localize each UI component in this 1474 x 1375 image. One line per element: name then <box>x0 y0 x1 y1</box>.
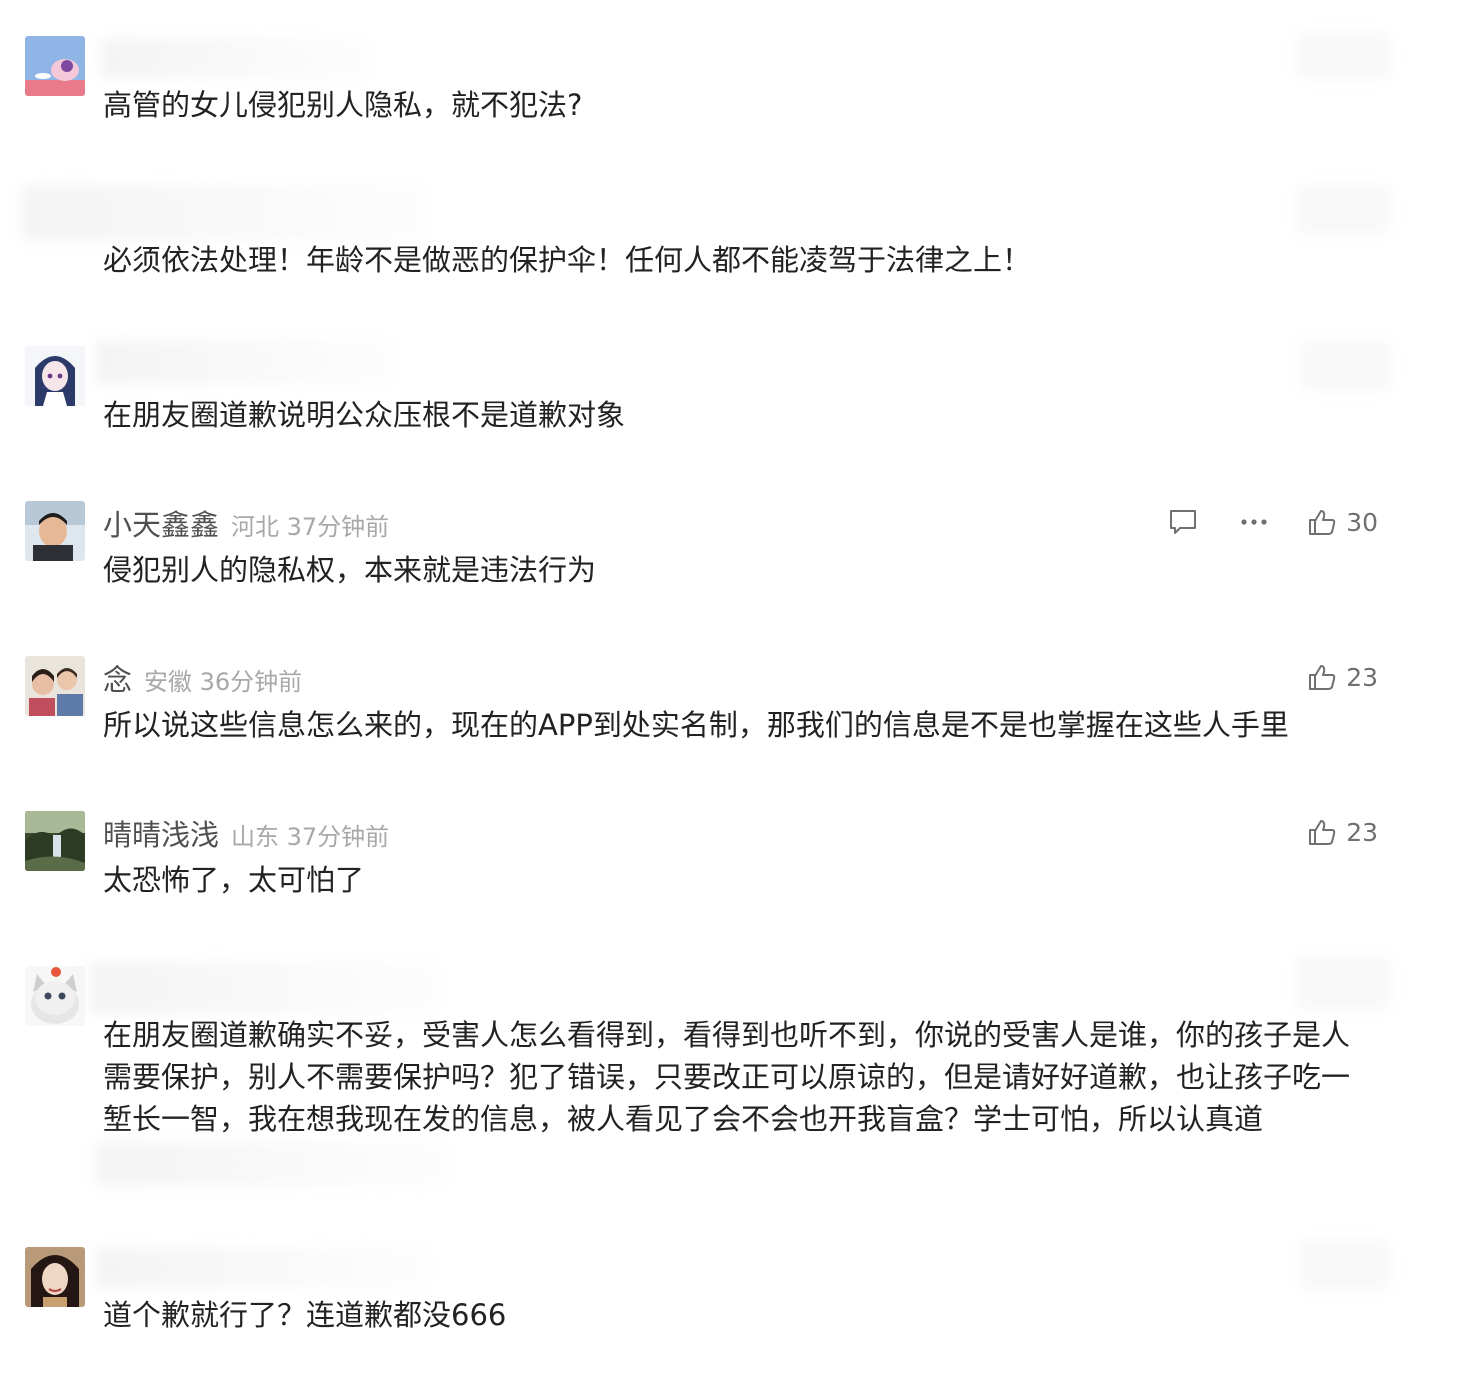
avatar[interactable] <box>25 36 85 96</box>
like-button[interactable]: 23 <box>1308 663 1378 692</box>
comment-text: 在朋友圈道歉说明公众压根不是道歉对象 <box>103 398 626 432</box>
like-count: 23 <box>1346 662 1378 692</box>
avatar-image <box>25 501 85 561</box>
avatar[interactable] <box>25 1247 85 1307</box>
blurred-username <box>100 38 370 78</box>
comment-actions: 30 <box>1168 502 1378 542</box>
blurred-actions <box>1300 1240 1390 1290</box>
comment-text: 必须依法处理！年龄不是做恶的保护伞！任何人都不能凌驾于法律之上！ <box>103 243 1032 277</box>
comment-meta: 晴晴浅浅 山东 37分钟前 <box>103 812 389 852</box>
avatar-image <box>25 36 85 96</box>
avatar-image <box>25 811 85 871</box>
comment-bubble-icon[interactable] <box>1168 508 1198 536</box>
comment-actions: 23 <box>1308 657 1378 697</box>
avatar[interactable] <box>25 346 85 406</box>
username[interactable]: 念 <box>103 657 132 699</box>
avatar[interactable] <box>25 501 85 561</box>
location-time: 安徽 36分钟前 <box>144 668 303 696</box>
avatar[interactable] <box>25 966 85 1026</box>
location-time: 山东 37分钟前 <box>231 823 390 851</box>
comment-text: 道个歉就行了？连道歉都没666 <box>103 1298 507 1332</box>
comment-meta: 念 安徽 36分钟前 <box>103 657 302 697</box>
thumbs-up-icon <box>1309 510 1336 535</box>
more-dots-icon[interactable] <box>1240 518 1268 526</box>
blurred-actions <box>1296 32 1390 78</box>
blurred-username <box>95 1248 430 1288</box>
avatar-image <box>25 346 85 406</box>
avatar[interactable] <box>25 811 85 871</box>
thumbs-up-icon <box>1309 665 1336 690</box>
comment-text: 太恐怖了，太可怕了 <box>103 863 365 897</box>
comment-text: 所以说这些信息怎么来的，现在的APP到处实名制，那我们的信息是不是也掌握在这些人… <box>103 708 1289 742</box>
blurred-username <box>95 340 395 384</box>
comment-text: 高管的女儿侵犯别人隐私，就不犯法? <box>103 88 583 122</box>
blurred-avatar-username <box>22 185 430 241</box>
comment-actions: 23 <box>1308 812 1378 852</box>
blurred-actions <box>1296 956 1390 1010</box>
comment-meta: 小天鑫鑫 河北 37分钟前 <box>103 502 389 542</box>
like-button[interactable]: 30 <box>1308 508 1378 537</box>
username[interactable]: 晴晴浅浅 <box>103 812 219 854</box>
avatar-image <box>25 966 85 1026</box>
blurred-actions <box>1296 186 1390 234</box>
avatar-image <box>25 656 85 716</box>
location-time: 河北 37分钟前 <box>231 513 390 541</box>
blurred-actions <box>1300 340 1390 390</box>
thumbs-up-icon <box>1309 820 1336 845</box>
like-count: 30 <box>1346 507 1378 537</box>
like-count: 23 <box>1346 817 1378 847</box>
avatar[interactable] <box>25 656 85 716</box>
blurred-username <box>90 962 440 1014</box>
username[interactable]: 小天鑫鑫 <box>103 502 219 544</box>
like-button[interactable]: 23 <box>1308 818 1378 847</box>
avatar-image <box>25 1247 85 1307</box>
comment-text: 侵犯别人的隐私权，本来就是违法行为 <box>103 553 597 587</box>
comment-text: 在朋友圈道歉确实不妥，受害人怎么看得到，看得到也听不到，你说的受害人是谁，你的孩… <box>103 1018 1351 1136</box>
blurred-text-overflow <box>95 1142 450 1186</box>
